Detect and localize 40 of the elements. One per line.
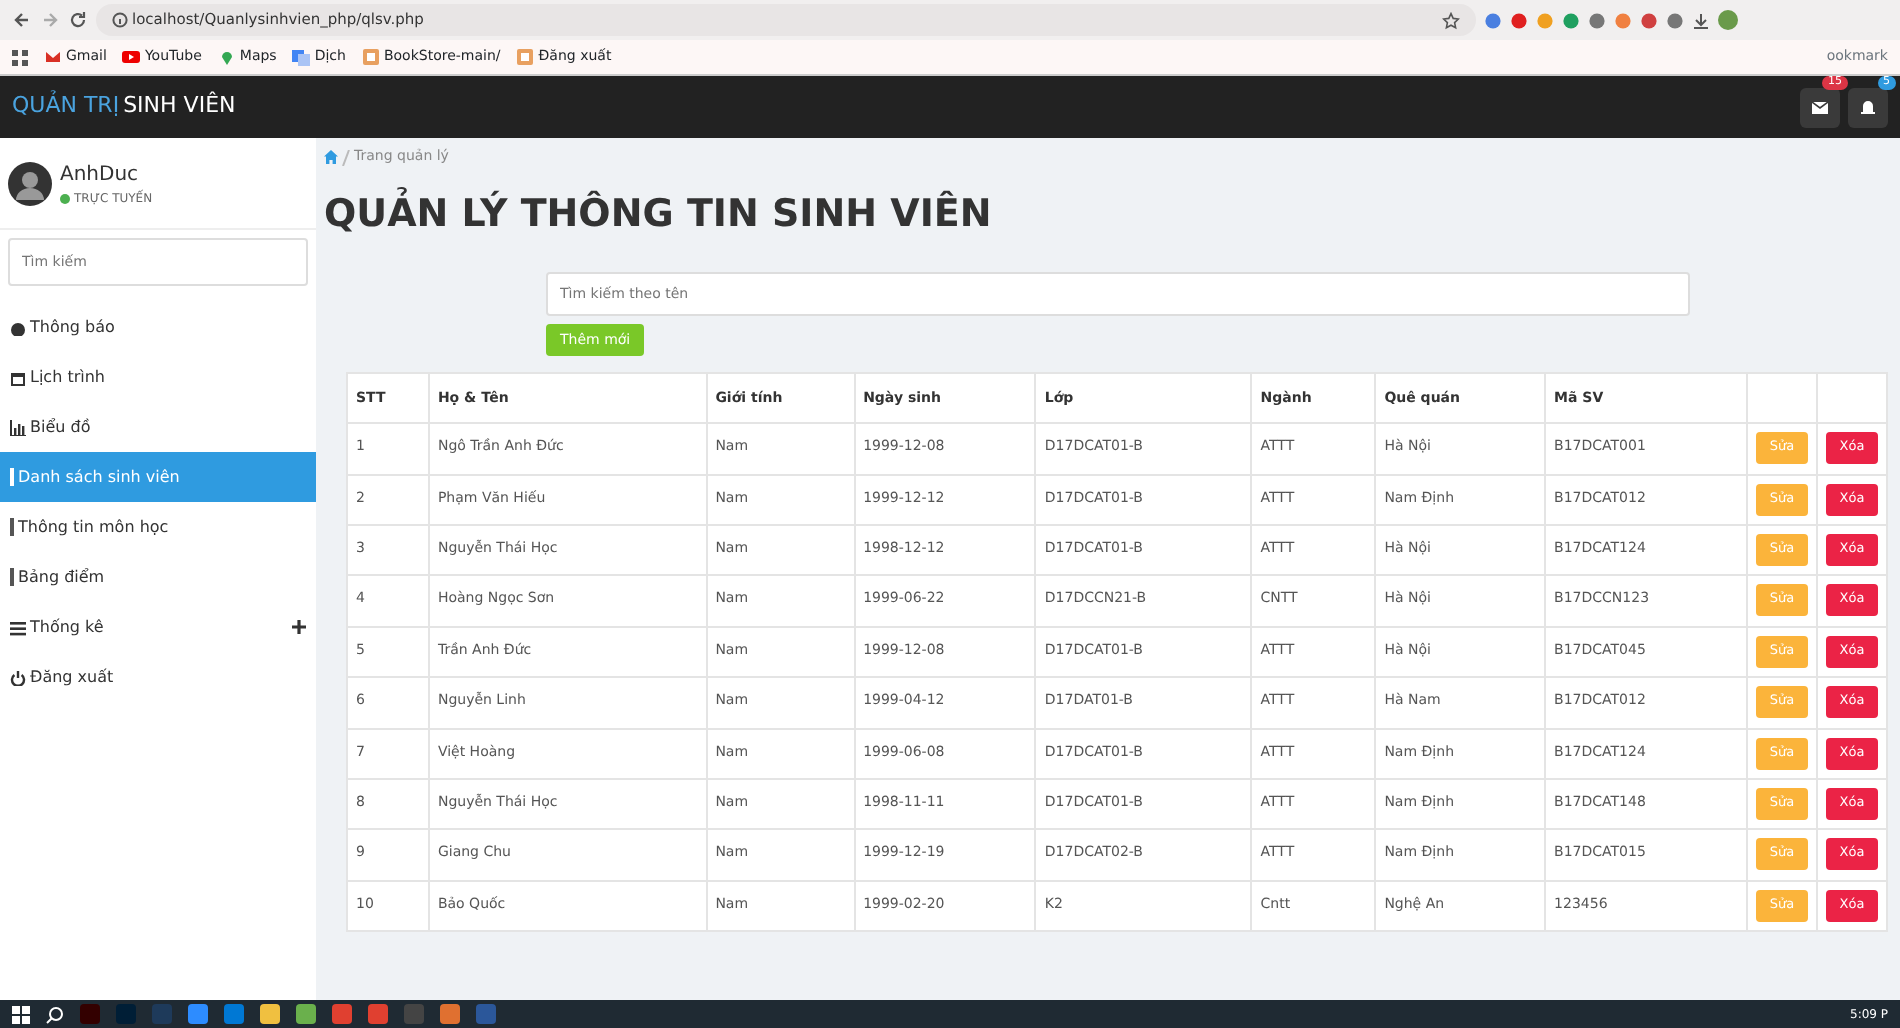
brand-text[interactable]: SINH VIÊN	[123, 90, 236, 124]
online-dot-icon	[60, 193, 70, 203]
mail-icon	[1812, 101, 1828, 113]
back-icon[interactable]	[12, 10, 32, 30]
sidebar-item[interactable]: Thông báo	[0, 302, 316, 352]
home-icon[interactable]	[324, 150, 338, 164]
sidebar-item[interactable]: Thông tin môn học	[0, 502, 316, 552]
avatar-placeholder	[8, 161, 52, 205]
page-icon	[361, 48, 380, 66]
search-icon[interactable]	[46, 1005, 64, 1023]
sidebar-item[interactable]: Thống kê	[0, 602, 316, 652]
star-icon[interactable]	[1442, 11, 1460, 29]
translate-icon	[292, 48, 311, 66]
bar-chart-icon	[10, 419, 26, 435]
power-icon	[10, 669, 26, 685]
list-icon	[10, 619, 26, 635]
play-icon	[122, 48, 141, 66]
sidebar-item[interactable]: Bảng điểm	[0, 552, 316, 602]
page-icon	[516, 48, 535, 66]
forward-icon[interactable]	[40, 10, 60, 30]
slash-icon	[342, 149, 350, 165]
brand-text[interactable]: QUẢN TRỊ	[12, 90, 120, 124]
avatar-icon[interactable]	[1718, 10, 1738, 30]
sidebar-item[interactable]: Đăng xuất	[0, 652, 316, 702]
notification-button[interactable]	[1848, 87, 1888, 127]
reload-icon[interactable]	[68, 10, 88, 30]
user-name: AnhDuc	[60, 161, 141, 189]
sidebar-item[interactable]: Biểu đồ	[0, 402, 316, 452]
windows-icon[interactable]	[12, 1005, 30, 1023]
mail-button[interactable]	[1800, 87, 1840, 127]
info-icon	[112, 12, 128, 28]
download-icon[interactable]	[1692, 11, 1710, 29]
apps-grid-icon[interactable]	[12, 49, 28, 65]
map-pin-icon	[217, 48, 236, 66]
calendar-icon	[10, 369, 26, 385]
sidebar-item[interactable]: Danh sách sinh viên	[0, 452, 316, 502]
mail-icon	[44, 48, 62, 66]
bell-icon	[1860, 99, 1876, 115]
page-title: QUẢN LÝ THÔNG TIN SINH VIÊN	[316, 192, 1900, 238]
sidebar-item[interactable]: Lịch trình	[0, 352, 316, 402]
